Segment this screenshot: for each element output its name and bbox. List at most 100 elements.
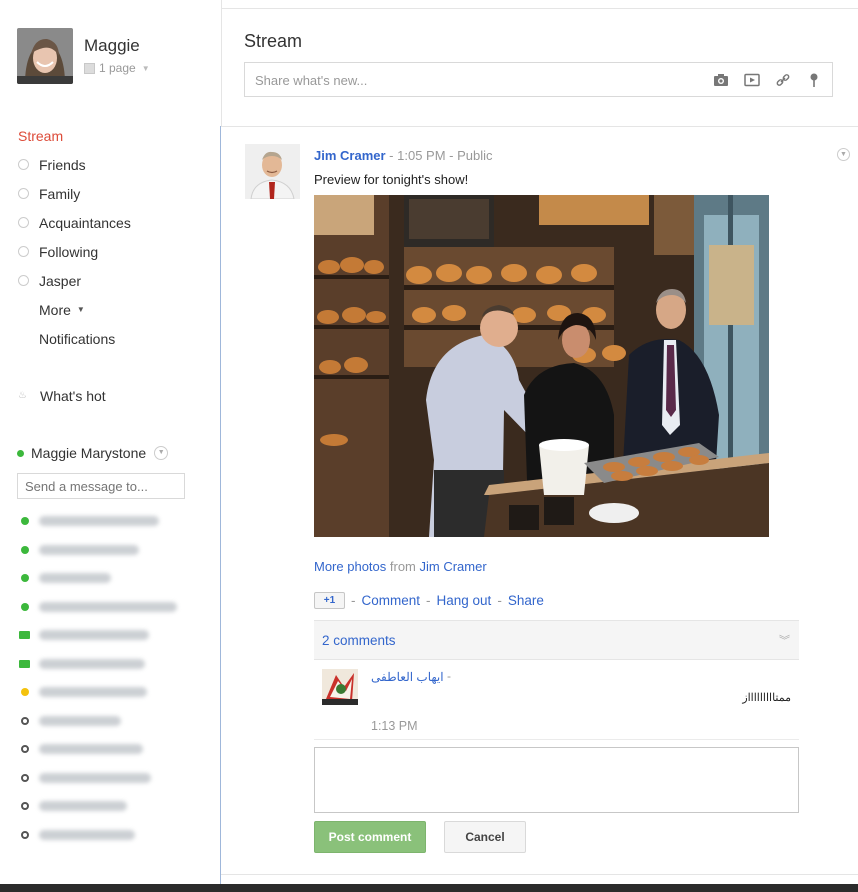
online-status-icon xyxy=(21,517,29,526)
post-time[interactable]: 1:05 PM xyxy=(397,148,445,163)
more-photos-link[interactable]: More photos xyxy=(314,559,386,574)
nav-item-following[interactable]: Following xyxy=(18,237,213,266)
comments-count[interactable]: 2 comments xyxy=(322,633,396,648)
idle-status-icon xyxy=(21,688,29,697)
online-status-icon xyxy=(21,602,29,611)
nav-item-label: Friends xyxy=(39,156,86,173)
contact-name-blurred xyxy=(39,630,149,641)
comment-text: ممتاااااااااز xyxy=(742,692,791,704)
separator: - xyxy=(447,669,451,683)
contact-item[interactable] xyxy=(17,678,212,707)
pages-icon xyxy=(84,62,95,74)
nav-item-label: Acquaintances xyxy=(39,214,131,231)
chat-search-input[interactable] xyxy=(17,473,185,499)
nav-item-label: What's hot xyxy=(40,388,106,404)
contact-item[interactable] xyxy=(17,507,212,536)
chat-user-name: Maggie Marystone xyxy=(31,445,147,461)
post-author-link[interactable]: Jim Cramer xyxy=(314,148,386,163)
contact-item[interactable] xyxy=(17,764,212,793)
camera-icon[interactable] xyxy=(711,70,731,90)
nav-item-notifications[interactable]: Notifications xyxy=(18,324,213,353)
offline-status-icon xyxy=(21,802,29,811)
circle-icon xyxy=(18,275,29,286)
nav-item-jasper[interactable]: Jasper xyxy=(18,266,213,295)
post-visibility[interactable]: Public xyxy=(457,148,492,163)
nav-item-family[interactable]: Family xyxy=(18,179,213,208)
main-content: Stream Share what's new... Jim Cramer - … xyxy=(221,0,858,892)
online-status-icon xyxy=(21,574,29,583)
hangout-link[interactable]: Hang out xyxy=(437,593,492,608)
sidebar: Maggie 1 page ▼ Stream Friends Family Ac… xyxy=(0,0,220,892)
contact-name-blurred xyxy=(39,801,127,812)
contact-item[interactable] xyxy=(17,821,212,850)
link-icon[interactable] xyxy=(773,70,793,90)
comment-time[interactable]: 1:13 PM xyxy=(371,719,418,733)
contact-name-blurred xyxy=(39,516,159,527)
share-link[interactable]: Share xyxy=(508,593,544,608)
circle-icon xyxy=(18,188,29,199)
contact-item[interactable] xyxy=(17,593,212,622)
circle-icon xyxy=(18,246,29,257)
separator: - xyxy=(449,148,458,163)
contact-item[interactable] xyxy=(17,792,212,821)
contact-name-blurred xyxy=(39,744,143,755)
comments-panel: 2 comments ︾ ايهاب العاطفى - ممتاااااااا… xyxy=(314,620,799,870)
nav-item-label: Notifications xyxy=(39,330,116,347)
chat-panel: Maggie Marystone ▼ xyxy=(17,443,212,849)
nav-item-more[interactable]: More ▼ xyxy=(18,295,213,324)
contact-item[interactable] xyxy=(17,621,212,650)
comment-author-link[interactable]: ايهاب العاطفى xyxy=(371,670,444,684)
offline-status-icon xyxy=(21,773,29,782)
collapse-icon[interactable]: ︾ xyxy=(779,632,790,648)
offline-status-icon xyxy=(21,745,29,754)
share-placeholder[interactable]: Share what's new... xyxy=(255,73,367,88)
contact-name-blurred xyxy=(39,687,147,698)
contact-item[interactable] xyxy=(17,735,212,764)
divider xyxy=(221,0,222,126)
video-icon[interactable] xyxy=(742,70,762,90)
contact-item[interactable] xyxy=(17,650,212,679)
location-pin-icon[interactable] xyxy=(804,70,824,90)
nav-item-whats-hot[interactable]: ♨ What's hot xyxy=(18,388,106,404)
profile-name[interactable]: Maggie xyxy=(84,36,140,56)
comment-link[interactable]: Comment xyxy=(362,593,421,608)
online-status-icon xyxy=(21,545,29,554)
flame-icon: ♨ xyxy=(18,390,27,401)
nav-item-label: Jasper xyxy=(39,272,82,289)
comment-input[interactable] xyxy=(314,747,799,813)
contact-item[interactable] xyxy=(17,707,212,736)
share-box[interactable]: Share what's new... xyxy=(244,62,833,97)
page-title: Stream xyxy=(244,31,303,51)
cancel-button[interactable]: Cancel xyxy=(444,821,526,853)
nav-item-acquaintances[interactable]: Acquaintances xyxy=(18,208,213,237)
more-photos-author-link[interactable]: Jim Cramer xyxy=(420,559,487,574)
nav-item-label: Following xyxy=(39,243,99,260)
comment-avatar[interactable] xyxy=(322,669,358,705)
contact-item[interactable] xyxy=(17,564,212,593)
window-bottom-edge xyxy=(0,884,858,892)
divider xyxy=(221,8,858,9)
pages-selector[interactable]: 1 page ▼ xyxy=(84,61,150,75)
author-avatar[interactable] xyxy=(245,144,300,199)
stream-post: Jim Cramer - 1:05 PM - Public ▼ Preview … xyxy=(221,127,858,877)
post-menu-icon[interactable]: ▼ xyxy=(837,148,850,161)
share-tools xyxy=(711,70,824,90)
nav-item-friends[interactable]: Friends xyxy=(18,150,213,179)
offline-status-icon xyxy=(21,830,29,839)
contact-name-blurred xyxy=(39,658,145,669)
chevron-down-icon[interactable]: ▼ xyxy=(154,446,169,460)
separator: - xyxy=(351,593,356,608)
plus-one-button[interactable]: +1 xyxy=(314,592,345,609)
more-photos-line: More photos from Jim Cramer xyxy=(314,559,487,574)
nav-item-stream[interactable]: Stream xyxy=(18,128,213,150)
contact-name-blurred xyxy=(39,829,135,840)
chevron-down-icon: ▼ xyxy=(76,305,85,314)
video-camera-icon xyxy=(19,631,30,640)
offline-status-icon xyxy=(21,716,29,725)
post-comment-button[interactable]: Post comment xyxy=(314,821,426,853)
avatar[interactable] xyxy=(17,28,73,84)
post-header: Jim Cramer - 1:05 PM - Public xyxy=(314,148,493,163)
post-photo[interactable] xyxy=(314,195,769,537)
contact-item[interactable] xyxy=(17,536,212,565)
comments-bar[interactable]: 2 comments ︾ xyxy=(314,620,799,660)
